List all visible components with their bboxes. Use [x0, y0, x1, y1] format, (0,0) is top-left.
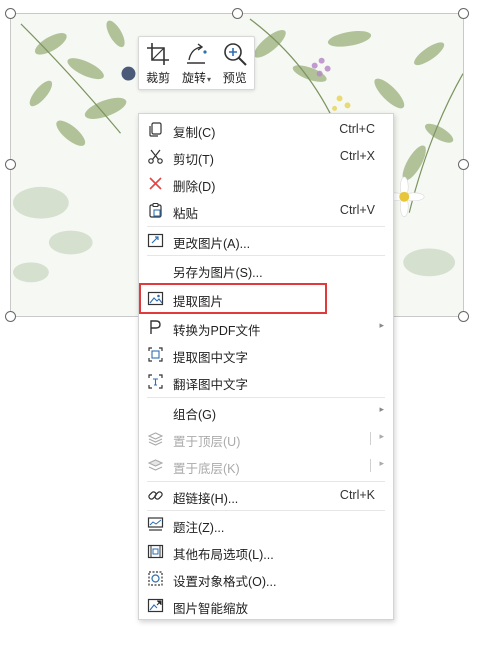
- send-to-back-icon: [147, 457, 164, 474]
- rotate-label: 旋转▾: [181, 71, 211, 85]
- menu-item-send-to-back: 置于底层(K) ▸: [139, 452, 393, 479]
- menu-item-cut[interactable]: 剪切(T) Ctrl+X: [139, 143, 393, 170]
- zoom-in-icon: [224, 43, 247, 66]
- paste-icon: [147, 202, 164, 219]
- resize-handle-bottom-right[interactable]: [458, 311, 469, 322]
- resize-handle-bottom-left[interactable]: [5, 311, 16, 322]
- menu-item-copy[interactable]: 复制(C) Ctrl+C: [139, 116, 393, 143]
- crop-button[interactable]: 裁剪: [140, 41, 176, 86]
- translate-icon: [147, 373, 164, 390]
- crop-icon: [147, 43, 170, 65]
- crop-label: 裁剪: [146, 71, 171, 85]
- split-divider: [370, 459, 371, 472]
- extract-text-icon: [147, 346, 164, 363]
- menu-item-paste[interactable]: 粘贴 Ctrl+V: [139, 197, 393, 224]
- rotate-icon: [187, 43, 208, 64]
- copy-icon: [147, 121, 164, 138]
- submenu-arrow-icon: ▸: [379, 320, 384, 330]
- delete-x-icon: [147, 175, 164, 192]
- caption-icon: [147, 516, 164, 533]
- link-icon: [147, 487, 164, 504]
- menu-item-group[interactable]: 组合(G) ▸: [139, 398, 393, 425]
- menu-item-smart-scale[interactable]: 图片智能缩放: [139, 592, 393, 619]
- preview-button[interactable]: 预览: [217, 41, 253, 86]
- rotate-button[interactable]: 旋转▾: [178, 41, 214, 86]
- resize-handle-top-center[interactable]: [232, 8, 243, 19]
- submenu-arrow-icon: ▸: [379, 431, 384, 441]
- menu-item-layout-options[interactable]: 其他布局选项(L)...: [139, 538, 393, 565]
- menu-item-bring-to-front: 置于顶层(U) ▸: [139, 425, 393, 452]
- scissors-icon: [147, 148, 164, 165]
- submenu-arrow-icon: ▸: [379, 458, 384, 468]
- context-menu: 复制(C) Ctrl+C 剪切(T) Ctrl+X 删除(D) 粘贴 Ctrl+…: [138, 113, 394, 620]
- layout-icon: [147, 543, 164, 560]
- format-object-icon: [147, 570, 164, 587]
- highlight-box: [139, 283, 327, 314]
- menu-item-caption[interactable]: 题注(Z)...: [139, 511, 393, 538]
- submenu-arrow-icon: ▸: [379, 404, 384, 414]
- menu-item-translate-text[interactable]: 翻译图中文字: [139, 368, 393, 395]
- picture-mini-toolbar: 裁剪 旋转▾ 预览: [138, 36, 255, 90]
- pdf-icon: [147, 319, 164, 336]
- bring-to-front-icon: [147, 430, 164, 447]
- resize-handle-top-right[interactable]: [458, 8, 469, 19]
- change-picture-icon: [147, 232, 164, 249]
- smart-scale-icon: [147, 597, 164, 614]
- resize-handle-middle-right[interactable]: [458, 159, 469, 170]
- menu-item-format-object[interactable]: 设置对象格式(O)...: [139, 565, 393, 592]
- split-divider: [370, 432, 371, 445]
- preview-label: 预览: [222, 71, 247, 85]
- resize-handle-middle-left[interactable]: [5, 159, 16, 170]
- resize-handle-top-left[interactable]: [5, 8, 16, 19]
- menu-item-save-as-picture[interactable]: 另存为图片(S)...: [139, 256, 393, 283]
- menu-item-delete[interactable]: 删除(D): [139, 170, 393, 197]
- menu-item-hyperlink[interactable]: 超链接(H)... Ctrl+K: [139, 482, 393, 509]
- menu-item-change-picture[interactable]: 更改图片(A)...: [139, 227, 393, 254]
- chevron-down-icon: ▾: [206, 75, 211, 84]
- menu-item-extract-text[interactable]: 提取图中文字: [139, 341, 393, 368]
- menu-item-convert-pdf[interactable]: 转换为PDF文件 ▸: [139, 314, 393, 341]
